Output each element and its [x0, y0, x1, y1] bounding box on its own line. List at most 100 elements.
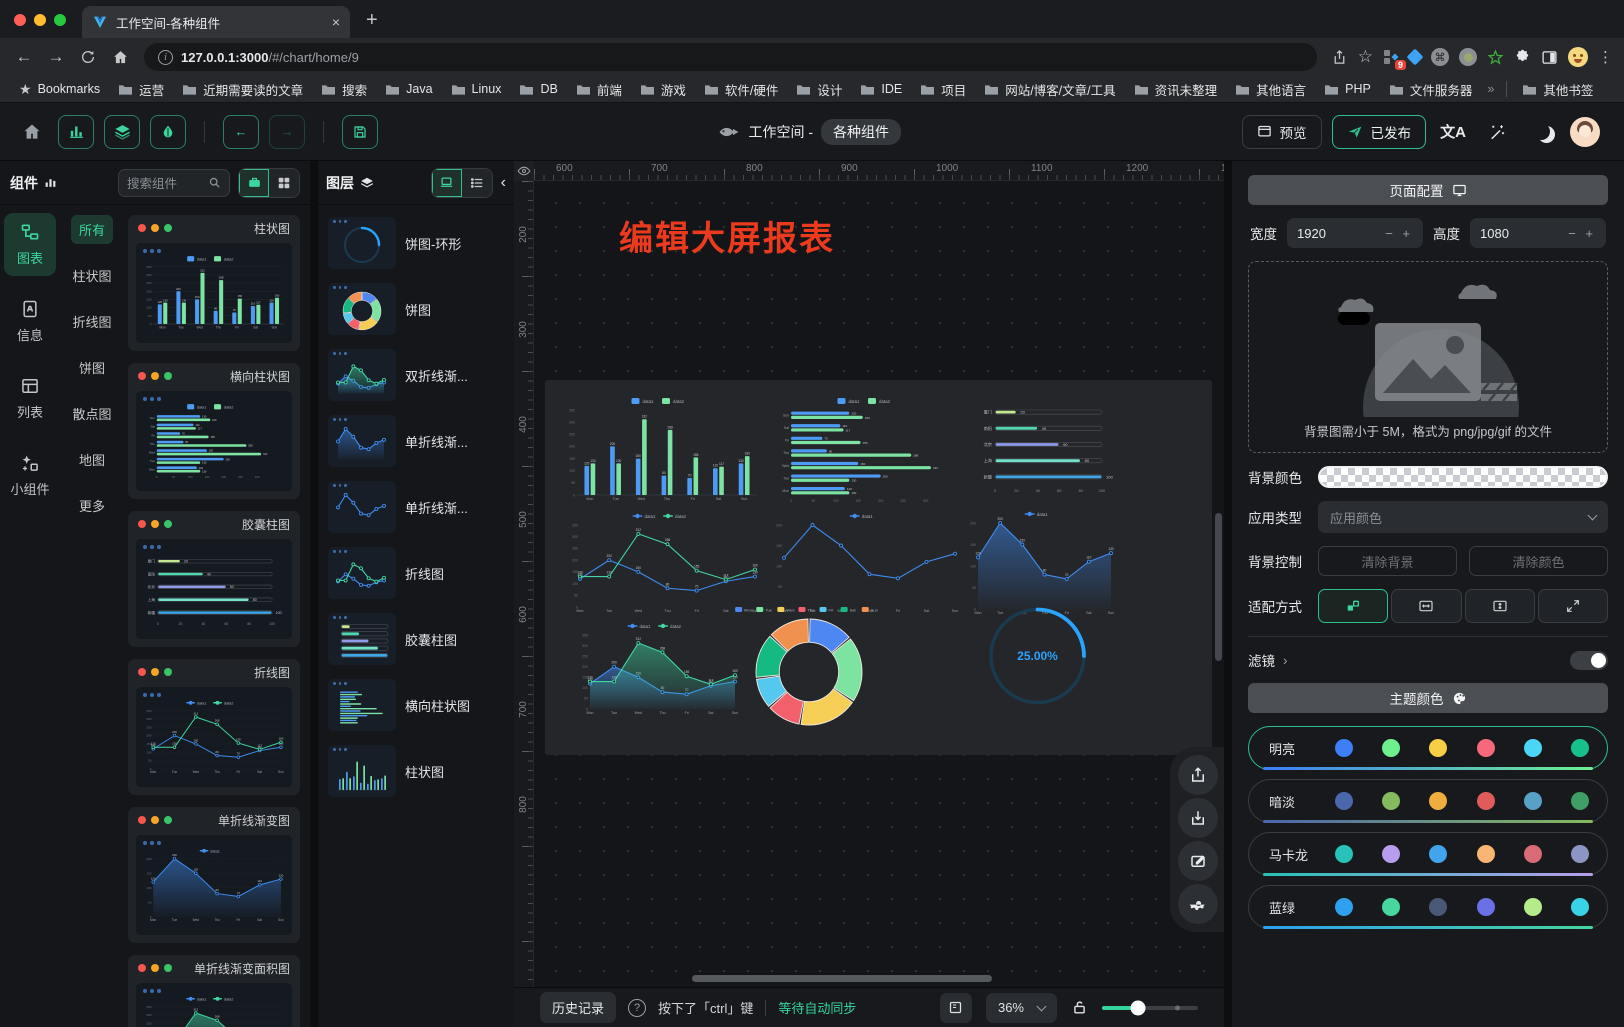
stepper-buttons[interactable]: − +	[1385, 226, 1413, 241]
sidebar-item-list[interactable]: 列表	[4, 367, 56, 430]
bookmark-star-icon[interactable]: ☆	[1358, 47, 1373, 67]
layer-item[interactable]: 横向柱状图	[328, 679, 504, 731]
extension-gem-icon[interactable]	[1407, 49, 1424, 66]
bookmark-item[interactable]: 近期需要读的文章	[175, 78, 310, 101]
category-0[interactable]: 所有	[71, 215, 113, 244]
reload-button[interactable]	[74, 43, 102, 71]
component-card[interactable]: 折线图data1data2050100150200250300350120200…	[128, 659, 300, 795]
preview-button[interactable]: 预览	[1242, 115, 1322, 149]
bookmark-item[interactable]: 设计	[789, 78, 849, 101]
export-button[interactable]	[1178, 755, 1218, 795]
list-view-toggle[interactable]	[462, 169, 492, 197]
canvas-chart-capsule[interactable]: 厦门20南阳40北京60上海80新疆100020406080100	[975, 398, 1120, 498]
forward-button[interactable]: →	[42, 43, 70, 71]
component-card[interactable]: 单折线渐变面积图data1data20501001502002503003501…	[128, 955, 300, 1027]
side-panel-icon[interactable]	[1541, 49, 1558, 66]
layer-item[interactable]: 柱状图	[328, 745, 504, 797]
undo-button[interactable]: ←	[223, 115, 259, 149]
app-type-select[interactable]: 应用颜色	[1318, 501, 1608, 533]
bookmarks-root[interactable]: ★ Bookmarks	[12, 79, 107, 100]
category-6[interactable]: 更多	[71, 491, 113, 520]
fit-stretch-button[interactable]	[1538, 589, 1608, 623]
category-5[interactable]: 地图	[71, 445, 113, 474]
magic-wand-button[interactable]	[1480, 123, 1514, 141]
theme-row-0[interactable]: 明亮	[1248, 726, 1608, 770]
editor-canvas[interactable]: 6007008009001000110012001300 20030040050…	[514, 161, 1224, 987]
maximize-window-button[interactable]	[54, 14, 66, 26]
bookmark-item[interactable]: DB	[512, 80, 564, 98]
category-1[interactable]: 柱状图	[64, 261, 119, 290]
bookmark-item[interactable]: 运营	[111, 78, 171, 101]
canvas-chart-progress-ring[interactable]: 25.00%	[985, 600, 1090, 712]
bookmark-item[interactable]: 项目	[913, 78, 973, 101]
extension-star-icon[interactable]	[1487, 49, 1504, 66]
settings-button[interactable]	[1178, 884, 1218, 924]
theme-row-3[interactable]: 蓝绿	[1248, 885, 1608, 929]
edit-button[interactable]	[1178, 841, 1218, 881]
clear-color-button[interactable]: 清除颜色	[1469, 546, 1608, 576]
share-icon[interactable]	[1331, 49, 1348, 66]
canvas-text-title[interactable]: 编辑大屏报表	[619, 211, 835, 260]
bookmark-item[interactable]: IDE	[853, 80, 909, 98]
site-info-icon[interactable]: i	[158, 50, 173, 65]
publish-button[interactable]: 已发布	[1332, 115, 1427, 149]
slider-knob[interactable]	[1131, 1000, 1146, 1015]
fit-height-button[interactable]	[1465, 589, 1535, 623]
collapse-panel-icon[interactable]: ‹	[501, 174, 506, 192]
horizontal-scrollbar[interactable]	[692, 975, 992, 982]
extension-command-icon[interactable]: ⌘	[1431, 48, 1449, 66]
vertical-scrollbar[interactable]	[1215, 513, 1222, 661]
browser-tab[interactable]: 工作空间-各种组件 ×	[82, 6, 350, 38]
language-button[interactable]: 文A	[1436, 121, 1470, 142]
bookmark-item[interactable]: 搜索	[314, 78, 374, 101]
layer-item[interactable]: 饼图	[328, 283, 504, 335]
sidebar-item-charts[interactable]: 图表	[4, 213, 56, 276]
bookmark-item[interactable]: 资讯未整理	[1127, 78, 1225, 101]
canvas-chart-bar-grouped[interactable]: data1data2050100150200250300350120130Mon…	[562, 395, 762, 507]
theme-row-2[interactable]: 马卡龙	[1248, 832, 1608, 876]
layer-item[interactable]: 双折线渐...	[328, 349, 504, 401]
extension-tabs-icon[interactable]: 9	[1383, 49, 1399, 65]
bookmark-item[interactable]: Linux	[444, 80, 509, 98]
extensions-puzzle-icon[interactable]	[1514, 49, 1531, 66]
back-button[interactable]: ←	[10, 43, 38, 71]
height-stepper[interactable]: 1080 − +	[1470, 218, 1606, 248]
filter-expand-icon[interactable]: ›	[1283, 653, 1288, 668]
other-bookmarks[interactable]: 其他书签	[1515, 78, 1600, 101]
clear-background-button[interactable]: 清除背景	[1318, 546, 1457, 576]
sidebar-item-info[interactable]: 信息	[4, 290, 56, 353]
ruler-corner-eye[interactable]	[514, 161, 534, 181]
import-button[interactable]	[1178, 798, 1218, 838]
width-stepper[interactable]: 1920 − +	[1287, 218, 1423, 248]
fit-scale-button[interactable]	[1318, 589, 1388, 623]
app-home-icon[interactable]	[22, 122, 42, 142]
dark-mode-button[interactable]	[1524, 123, 1558, 140]
zoom-slider[interactable]	[1102, 1006, 1198, 1010]
stepper-buttons[interactable]: − +	[1568, 226, 1596, 241]
search-input[interactable]: 搜索组件	[118, 169, 230, 197]
close-window-button[interactable]	[14, 14, 26, 26]
component-card[interactable]: 单折线渐变图data105010015020012020015080701101…	[128, 807, 300, 943]
bg-color-swatch[interactable]	[1318, 466, 1608, 488]
height-value[interactable]: 1080	[1480, 226, 1568, 241]
layer-item[interactable]: 单折线渐...	[328, 481, 504, 533]
minimize-window-button[interactable]	[34, 14, 46, 26]
bookmark-item[interactable]: 文件服务器	[1382, 78, 1480, 101]
window-controls[interactable]	[14, 14, 66, 26]
filter-toggle[interactable]	[1570, 651, 1608, 670]
home-button[interactable]	[106, 43, 134, 71]
url-bar[interactable]: i 127.0.0.1:3000/#/chart/home/9	[144, 43, 1317, 71]
profile-avatar[interactable]	[1568, 47, 1588, 67]
layer-item[interactable]: 折线图	[328, 547, 504, 599]
layer-item[interactable]: 单折线渐...	[328, 415, 504, 467]
canvas-chart-donut[interactable]: MonTueWedThuFriSatSun	[685, 602, 933, 730]
component-card[interactable]: 横向柱状图data1data2Sun130160Sat110117Fri7015…	[128, 363, 300, 499]
sidebar-item-widgets[interactable]: 小组件	[4, 444, 56, 507]
bookmarks-overflow-icon[interactable]: »	[1483, 82, 1498, 96]
layout-panel-button[interactable]	[940, 993, 972, 1023]
lock-open-icon[interactable]	[1071, 999, 1088, 1016]
layers-tool-button[interactable]	[104, 115, 140, 149]
new-tab-button[interactable]: +	[366, 9, 378, 32]
browser-menu-icon[interactable]: ⋮	[1598, 48, 1614, 66]
user-avatar[interactable]	[1568, 117, 1602, 147]
